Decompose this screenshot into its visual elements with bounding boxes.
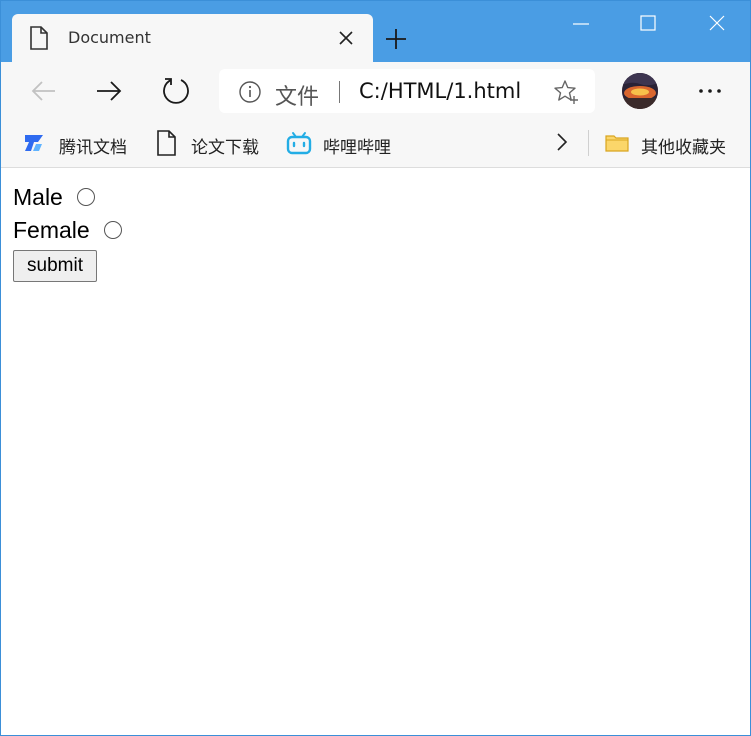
bookmark-label: 论文下载 <box>191 138 259 158</box>
arrow-right-icon[interactable] <box>93 74 127 108</box>
radio-row-male: Male <box>13 182 95 212</box>
radio-row-female: Female <box>13 215 122 245</box>
favorites-divider <box>588 130 589 156</box>
tab-document[interactable]: Document <box>12 14 373 62</box>
bookmark-label: 哔哩哔哩 <box>323 138 391 158</box>
address-scheme-label: 文件 <box>275 85 320 110</box>
chevron-right-icon[interactable] <box>551 130 573 154</box>
tencent-docs-icon <box>21 130 47 156</box>
tab-title: Document <box>68 28 151 47</box>
folder-icon <box>604 130 630 156</box>
browser-window: Document 文件 C:/HTML/1.html 腾讯文档 论文下载 哔哩哔… <box>0 0 751 736</box>
page-content: Male Female submit <box>1 168 750 735</box>
bookmark-label: 腾讯文档 <box>59 138 127 158</box>
other-favorites-folder[interactable]: 其他收藏夹 <box>604 128 744 158</box>
page-icon <box>29 26 49 50</box>
plus-icon[interactable] <box>384 27 408 51</box>
minimize-icon[interactable] <box>566 11 596 41</box>
bookmark-item[interactable]: 论文下载 <box>154 128 269 158</box>
page-icon <box>154 130 180 156</box>
avatar[interactable] <box>622 73 658 109</box>
title-bar: Document <box>1 1 750 62</box>
more-icon[interactable] <box>693 78 727 104</box>
maximize-icon[interactable] <box>633 11 663 41</box>
radio-male[interactable] <box>76 188 95 206</box>
radio-label-female: Female <box>13 216 90 243</box>
close-icon[interactable] <box>336 28 356 48</box>
arrow-left-icon[interactable] <box>27 74 61 108</box>
bookmark-item[interactable]: 哔哩哔哩 <box>286 128 401 158</box>
bookmark-label: 其他收藏夹 <box>641 138 726 158</box>
submit-button[interactable]: submit <box>13 250 97 282</box>
refresh-icon[interactable] <box>159 74 193 108</box>
address-bar[interactable]: 文件 C:/HTML/1.html <box>219 69 595 113</box>
bookmark-item[interactable]: 腾讯文档 <box>21 128 136 158</box>
address-divider <box>339 81 340 103</box>
bilibili-icon <box>286 130 312 156</box>
radio-female[interactable] <box>103 221 122 239</box>
favorites-bar: 腾讯文档 论文下载 哔哩哔哩 其他收藏夹 <box>1 120 750 168</box>
info-icon[interactable] <box>238 80 262 104</box>
radio-label-male: Male <box>13 183 63 210</box>
close-icon[interactable] <box>702 11 732 41</box>
star-add-icon[interactable] <box>553 79 579 105</box>
navigation-toolbar: 文件 C:/HTML/1.html <box>1 62 750 120</box>
address-url[interactable]: C:/HTML/1.html <box>359 79 521 103</box>
